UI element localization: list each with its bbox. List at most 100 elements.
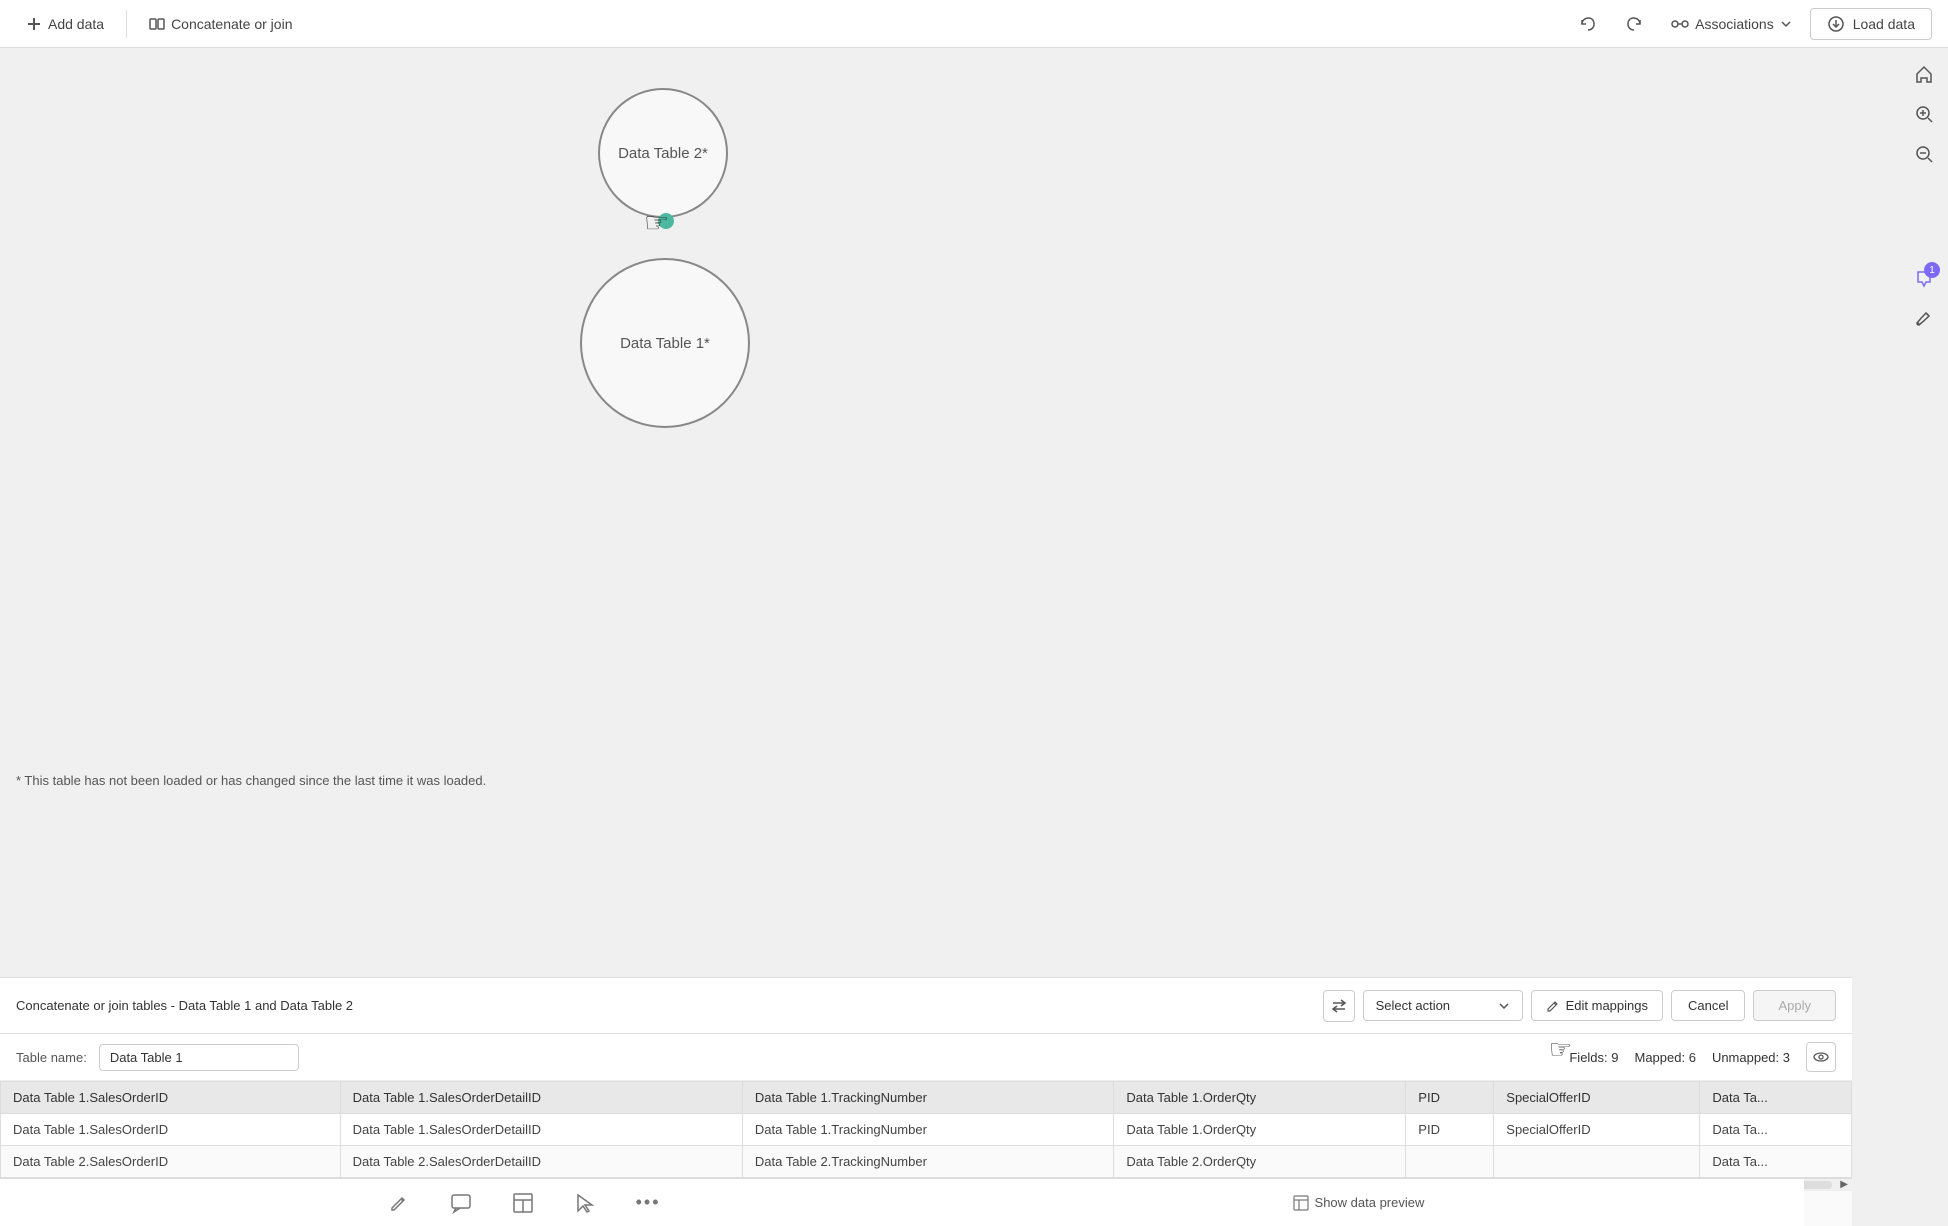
cancel-button[interactable]: Cancel — [1671, 990, 1745, 1021]
table-header-row: Data Table 1.SalesOrderID Data Table 1.S… — [1, 1082, 1852, 1114]
header-col5: PID — [1406, 1082, 1494, 1114]
swap-icon — [1331, 998, 1347, 1014]
show-data-preview[interactable]: Show data preview — [1293, 1195, 1425, 1211]
select-action-label: Select action — [1376, 998, 1450, 1013]
panel-toolbar: Concatenate or join tables - Data Table … — [0, 978, 1852, 1034]
edit-icon — [1546, 999, 1560, 1013]
table-icon — [512, 1192, 534, 1214]
data-table-1-label: Data Table 1* — [620, 335, 710, 352]
row2-col4: Data Table 2.OrderQty — [1114, 1146, 1406, 1178]
cursor-icon — [574, 1192, 596, 1214]
table-row: Data Table 2.SalesOrderID Data Table 2.S… — [1, 1146, 1852, 1178]
header-col6: SpecialOfferID — [1494, 1082, 1700, 1114]
load-data-button[interactable]: Load data — [1810, 8, 1932, 40]
home-icon — [1914, 64, 1934, 84]
header-col3: Data Table 1.TrackingNumber — [742, 1082, 1113, 1114]
edit-mappings-button[interactable]: Edit mappings — [1531, 990, 1663, 1021]
concat-join-label: Concatenate or join — [171, 16, 292, 32]
concat-icon — [149, 16, 165, 32]
row2-col7: Data Ta... — [1700, 1146, 1852, 1178]
paint-button[interactable] — [1906, 300, 1942, 336]
footnote: * This table has not been loaded or has … — [0, 765, 502, 796]
canvas-area: Data Table 2* ☞ Data Table 1* * This tab… — [0, 48, 1900, 1226]
table-name-label: Table name: — [16, 1050, 87, 1065]
home-button[interactable] — [1906, 56, 1942, 92]
more-dots-icon: ••• — [636, 1192, 661, 1213]
header-col7: Data Ta... — [1700, 1082, 1852, 1114]
row2-col6-empty — [1494, 1146, 1700, 1178]
add-data-label: Add data — [48, 16, 104, 32]
panel-title: Concatenate or join tables - Data Table … — [16, 998, 1315, 1013]
data-table-2-circle[interactable]: Data Table 2* — [598, 88, 728, 218]
row1-col4: Data Table 1.OrderQty — [1114, 1114, 1406, 1146]
badge-container: 1 — [1906, 260, 1942, 296]
data-table-2-label: Data Table 2* — [618, 145, 708, 162]
fields-info: Fields: 9 Mapped: 6 Unmapped: 3 — [1569, 1042, 1836, 1072]
row1-col3: Data Table 1.TrackingNumber — [742, 1114, 1113, 1146]
table-row: Data Table 1.SalesOrderID Data Table 1.S… — [1, 1114, 1852, 1146]
top-toolbar: Add data Concatenate or join — [0, 0, 1948, 48]
fields-count: Fields: 9 — [1569, 1050, 1618, 1065]
paint-icon — [1914, 308, 1934, 328]
redo-button[interactable] — [1615, 9, 1653, 39]
data-table: Data Table 1.SalesOrderID Data Table 1.S… — [0, 1081, 1852, 1178]
circle-connector[interactable] — [658, 213, 674, 229]
zoom-out-icon — [1914, 144, 1934, 164]
cancel-label: Cancel — [1688, 998, 1728, 1013]
redo-icon — [1625, 15, 1643, 33]
undo-button[interactable] — [1569, 9, 1607, 39]
zoom-in-icon — [1914, 104, 1934, 124]
add-icon — [26, 16, 42, 32]
chat-bottom-icon[interactable] — [442, 1184, 480, 1222]
unmapped-count: Unmapped: 3 — [1712, 1050, 1790, 1065]
annotation-badge: 1 — [1924, 262, 1940, 278]
associations-icon — [1671, 15, 1689, 33]
table-name-row: Table name: Fields: 9 Mapped: 6 Unmapped… — [0, 1034, 1852, 1081]
eye-button[interactable] — [1806, 1042, 1836, 1072]
associations-button[interactable]: Associations — [1661, 9, 1802, 39]
table-bottom-icon[interactable] — [504, 1184, 542, 1222]
edit-mappings-label: Edit mappings — [1566, 998, 1648, 1013]
scroll-right-arrow[interactable]: ▶ — [1840, 1179, 1848, 1190]
select-action-button[interactable]: Select action — [1363, 990, 1523, 1021]
swap-button[interactable] — [1323, 990, 1355, 1022]
associations-label: Associations — [1695, 16, 1774, 32]
add-data-button[interactable]: Add data — [16, 10, 114, 38]
row1-col7: Data Ta... — [1700, 1114, 1852, 1146]
bottom-panel: Concatenate or join tables - Data Table … — [0, 977, 1852, 1226]
toolbar-separator — [126, 10, 127, 38]
row1-col2: Data Table 1.SalesOrderDetailID — [340, 1114, 742, 1146]
row1-col5: PID — [1406, 1114, 1494, 1146]
cursor-bottom-icon[interactable] — [566, 1184, 604, 1222]
load-data-label: Load data — [1853, 16, 1915, 32]
undo-icon — [1579, 15, 1597, 33]
dropdown-chevron-icon — [1498, 1000, 1510, 1012]
pencil-icon — [388, 1192, 410, 1214]
mapped-count: Mapped: 6 — [1635, 1050, 1696, 1065]
right-sidebar: 1 — [1900, 48, 1948, 344]
header-col1: Data Table 1.SalesOrderID — [1, 1082, 341, 1114]
row2-col5-empty — [1406, 1146, 1494, 1178]
footnote-text: * This table has not been loaded or has … — [16, 773, 486, 788]
row1-col6: SpecialOfferID — [1494, 1114, 1700, 1146]
row2-col3: Data Table 2.TrackingNumber — [742, 1146, 1113, 1178]
chat-icon — [450, 1192, 472, 1214]
chevron-down-icon — [1780, 18, 1792, 30]
data-table-wrapper: Data Table 1.SalesOrderID Data Table 1.S… — [0, 1081, 1852, 1178]
zoom-out-button[interactable] — [1906, 136, 1942, 172]
show-preview-icon — [1293, 1195, 1309, 1211]
load-icon — [1827, 15, 1845, 33]
eye-icon — [1813, 1049, 1829, 1065]
bottom-icons-bar: ••• Show data preview — [0, 1178, 1804, 1226]
row1-col1: Data Table 1.SalesOrderID — [1, 1114, 341, 1146]
pencil-bottom-icon[interactable] — [380, 1184, 418, 1222]
row2-col2: Data Table 2.SalesOrderDetailID — [340, 1146, 742, 1178]
apply-button[interactable]: Apply — [1753, 990, 1836, 1021]
table-name-input[interactable] — [99, 1044, 299, 1071]
concat-join-button[interactable]: Concatenate or join — [139, 10, 302, 38]
data-table-1-circle[interactable]: Data Table 1* — [580, 258, 750, 428]
toolbar-right: Associations Load data — [1569, 8, 1932, 40]
zoom-in-button[interactable] — [1906, 96, 1942, 132]
header-col2: Data Table 1.SalesOrderDetailID — [340, 1082, 742, 1114]
more-bottom-icon[interactable]: ••• — [628, 1184, 669, 1221]
